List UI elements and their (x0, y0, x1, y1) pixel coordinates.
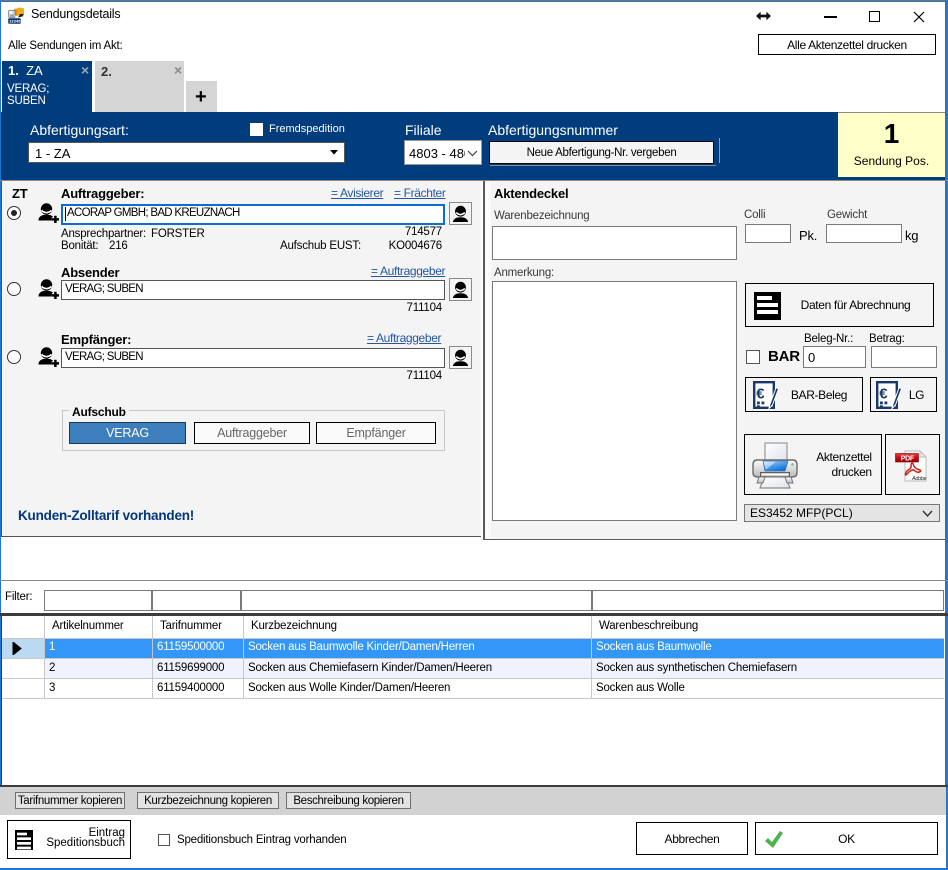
svg-text:Adobe: Adobe (911, 476, 926, 482)
svg-text:€: € (879, 386, 888, 403)
svg-text:PDF: PDF (901, 455, 915, 462)
svg-text:12345: 12345 (9, 19, 21, 24)
svg-text:€: € (756, 386, 765, 403)
